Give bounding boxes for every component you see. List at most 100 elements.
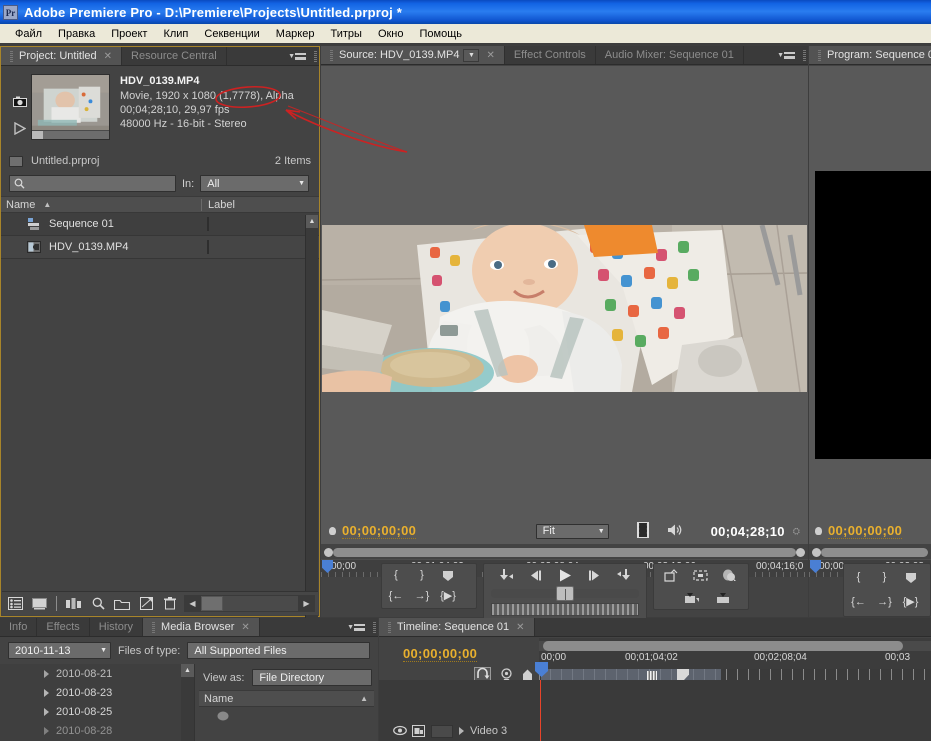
jog-wheel[interactable]	[490, 603, 639, 616]
column-name[interactable]: Name ▲	[1, 199, 201, 211]
scrub-handle-left[interactable]	[324, 547, 333, 557]
go-to-out-button[interactable]: →}	[413, 588, 432, 605]
add-marker-button[interactable]	[901, 569, 920, 586]
menu-project[interactable]: Проект	[103, 26, 155, 42]
directory-dropdown[interactable]: 2010-11-13 ▼	[8, 642, 111, 659]
program-scrub-bar[interactable]	[809, 545, 931, 559]
column-name[interactable]: Name ▲	[199, 693, 374, 705]
play-in-to-out-button[interactable]: {▶}	[439, 588, 458, 605]
menu-help[interactable]: Помощь	[412, 26, 471, 42]
timeline-ruler[interactable]: 00;00 00;01;04;02 00;02;08;04 00;03	[539, 651, 931, 669]
step-back-button[interactable]	[526, 567, 545, 584]
table-row[interactable]: HDV_0139.MP4	[1, 236, 319, 259]
table-row[interactable]: Sequence 01	[1, 213, 319, 236]
add-marker-button[interactable]	[439, 567, 458, 584]
shuttle-slider[interactable]	[490, 586, 639, 601]
clip-thumbnail[interactable]	[31, 74, 110, 140]
row-label-cell[interactable]	[201, 217, 319, 231]
chevron-right-icon[interactable]	[44, 707, 49, 716]
tab-timeline-sequence[interactable]: Timeline: Sequence 01 ✕	[379, 618, 535, 636]
tab-resource-central[interactable]: Resource Central	[122, 47, 227, 65]
tab-source-clip[interactable]: Source: HDV_0139.MP4 ▼ ✕	[321, 46, 505, 64]
go-to-in-button[interactable]: {←	[849, 594, 868, 611]
row-label-cell[interactable]	[201, 240, 319, 254]
program-video-area[interactable]	[809, 66, 931, 544]
menu-sequence[interactable]: Секвенции	[196, 26, 267, 42]
project-vertical-scrollbar[interactable]: ▲ ▼	[305, 215, 318, 637]
shuttle-knob[interactable]	[555, 586, 574, 601]
play-in-to-out-button[interactable]: {▶}	[901, 594, 920, 611]
panel-grip[interactable]	[801, 46, 808, 64]
list-item[interactable]	[195, 707, 378, 722]
list-item[interactable]: 2010-08-23	[0, 683, 194, 702]
close-icon[interactable]: ✕	[241, 622, 249, 633]
poster-frame-icon[interactable]	[13, 96, 27, 110]
chevron-right-icon[interactable]	[44, 688, 49, 697]
source-duration-timecode[interactable]: 00;04;28;10	[711, 524, 785, 539]
timeline-playhead-timecode[interactable]: 00;00;00;00	[403, 646, 478, 662]
media-folder-tree[interactable]: 2010-08-21 2010-08-23 2010-08-25 2010-08…	[0, 664, 195, 741]
scroll-right-icon[interactable]: ▶	[298, 595, 315, 612]
source-scrub-bar[interactable]	[321, 545, 808, 559]
freeform-view-icon[interactable]	[64, 595, 84, 613]
scrub-track[interactable]	[821, 547, 928, 557]
search-input[interactable]	[9, 175, 176, 192]
eye-icon[interactable]	[393, 725, 407, 737]
tree-vertical-scrollbar[interactable]: ▲	[181, 664, 194, 741]
tab-history[interactable]: History	[89, 618, 144, 636]
timeline-horizontal-scrollbar[interactable]	[539, 641, 931, 651]
step-back-to-in-button[interactable]	[497, 567, 516, 584]
files-of-type-dropdown[interactable]: All Supported Files	[187, 642, 370, 659]
step-forward-button[interactable]	[584, 567, 603, 584]
delete-icon[interactable]	[160, 595, 180, 613]
tab-media-browser[interactable]: Media Browser ✕	[143, 618, 260, 636]
chevron-right-icon[interactable]	[44, 726, 49, 735]
thumbnail-scrubber[interactable]	[32, 130, 109, 139]
close-icon[interactable]: ✕	[516, 622, 524, 633]
extract-button[interactable]	[714, 589, 733, 606]
insert-button[interactable]	[662, 567, 681, 584]
step-forward-to-out-button[interactable]	[613, 567, 632, 584]
close-icon[interactable]: ✕	[104, 51, 112, 62]
panel-menu-button[interactable]: ▼	[282, 47, 312, 65]
mark-in-button[interactable]: {	[849, 569, 868, 586]
tab-program-sequence[interactable]: Program: Sequence 0	[809, 46, 931, 64]
menu-clip[interactable]: Клип	[155, 26, 196, 42]
menu-edit[interactable]: Правка	[50, 26, 103, 42]
chevron-right-icon[interactable]	[459, 727, 464, 735]
lift-button[interactable]	[683, 589, 702, 606]
export-frame-button[interactable]	[720, 567, 739, 584]
filter-dropdown[interactable]: All ▼	[200, 175, 309, 192]
menu-window[interactable]: Окно	[370, 26, 412, 42]
track-lock-toggle[interactable]	[431, 724, 453, 738]
play-thumbnail-icon[interactable]	[14, 121, 27, 138]
sync-lock-icon[interactable]	[412, 725, 425, 737]
tab-audio-mixer[interactable]: Audio Mixer: Sequence 01	[595, 46, 744, 64]
find-icon[interactable]	[88, 595, 108, 613]
close-icon[interactable]: ✕	[486, 50, 494, 61]
play-stop-button[interactable]	[555, 567, 574, 584]
icon-view-icon[interactable]	[29, 595, 49, 613]
track-header-video3[interactable]: Video 3	[379, 721, 539, 741]
menu-marker[interactable]: Маркер	[268, 26, 323, 42]
go-to-out-button[interactable]: →}	[875, 594, 894, 611]
panel-grip[interactable]	[312, 47, 319, 65]
timeline-playhead[interactable]	[540, 680, 541, 741]
go-to-in-button[interactable]: {←	[387, 588, 406, 605]
panel-menu-button[interactable]: ▼	[341, 618, 371, 636]
mark-out-button[interactable]: }	[413, 567, 432, 584]
list-item[interactable]: 2010-08-21	[0, 664, 194, 683]
scroll-left-icon[interactable]: ◀	[184, 595, 201, 612]
tab-effect-controls[interactable]: Effect Controls	[504, 46, 596, 64]
project-horizontal-scrollbar[interactable]: ◀ ▶	[184, 595, 315, 612]
output-settings-icon[interactable]: ⛭	[793, 526, 800, 537]
scrub-handle-left[interactable]	[812, 547, 821, 557]
scrub-handle-right[interactable]	[796, 547, 805, 557]
zoom-level-dropdown[interactable]: Fit ▼	[535, 523, 609, 539]
speaker-icon[interactable]	[667, 523, 683, 540]
scroll-thumb[interactable]	[201, 596, 223, 611]
program-playhead-timecode[interactable]: 00;00;00;00	[828, 523, 903, 539]
new-bin-icon[interactable]	[112, 595, 132, 613]
source-clip-dropdown-icon[interactable]: ▼	[463, 48, 480, 62]
overwrite-button[interactable]	[691, 567, 710, 584]
